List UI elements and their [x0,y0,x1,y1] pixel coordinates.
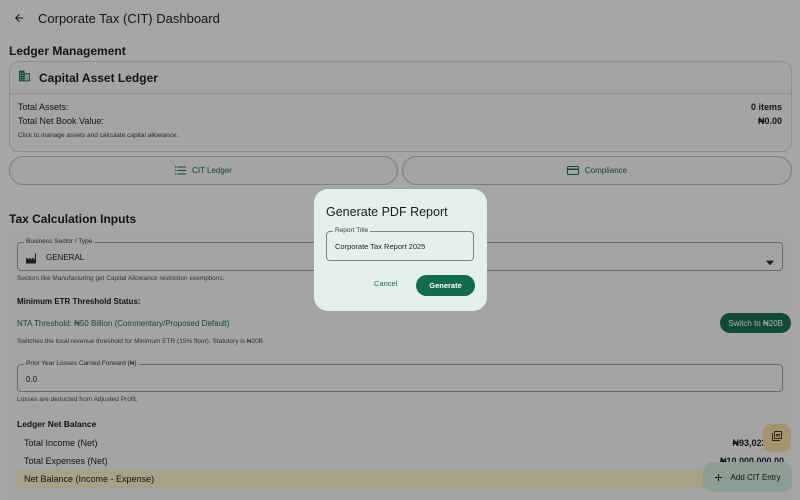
report-title-legend: Report Title [333,227,371,234]
dialog-title: Generate PDF Report [326,205,448,219]
report-title-value: Corporate Tax Report 2025 [335,242,426,251]
generate-pdf-dialog: Generate PDF Report Report Title Corpora… [314,189,487,311]
cancel-button[interactable]: Cancel [374,279,397,288]
report-title-input[interactable]: Report Title Corporate Tax Report 2025 [326,227,474,261]
generate-button[interactable]: Generate [416,275,475,296]
